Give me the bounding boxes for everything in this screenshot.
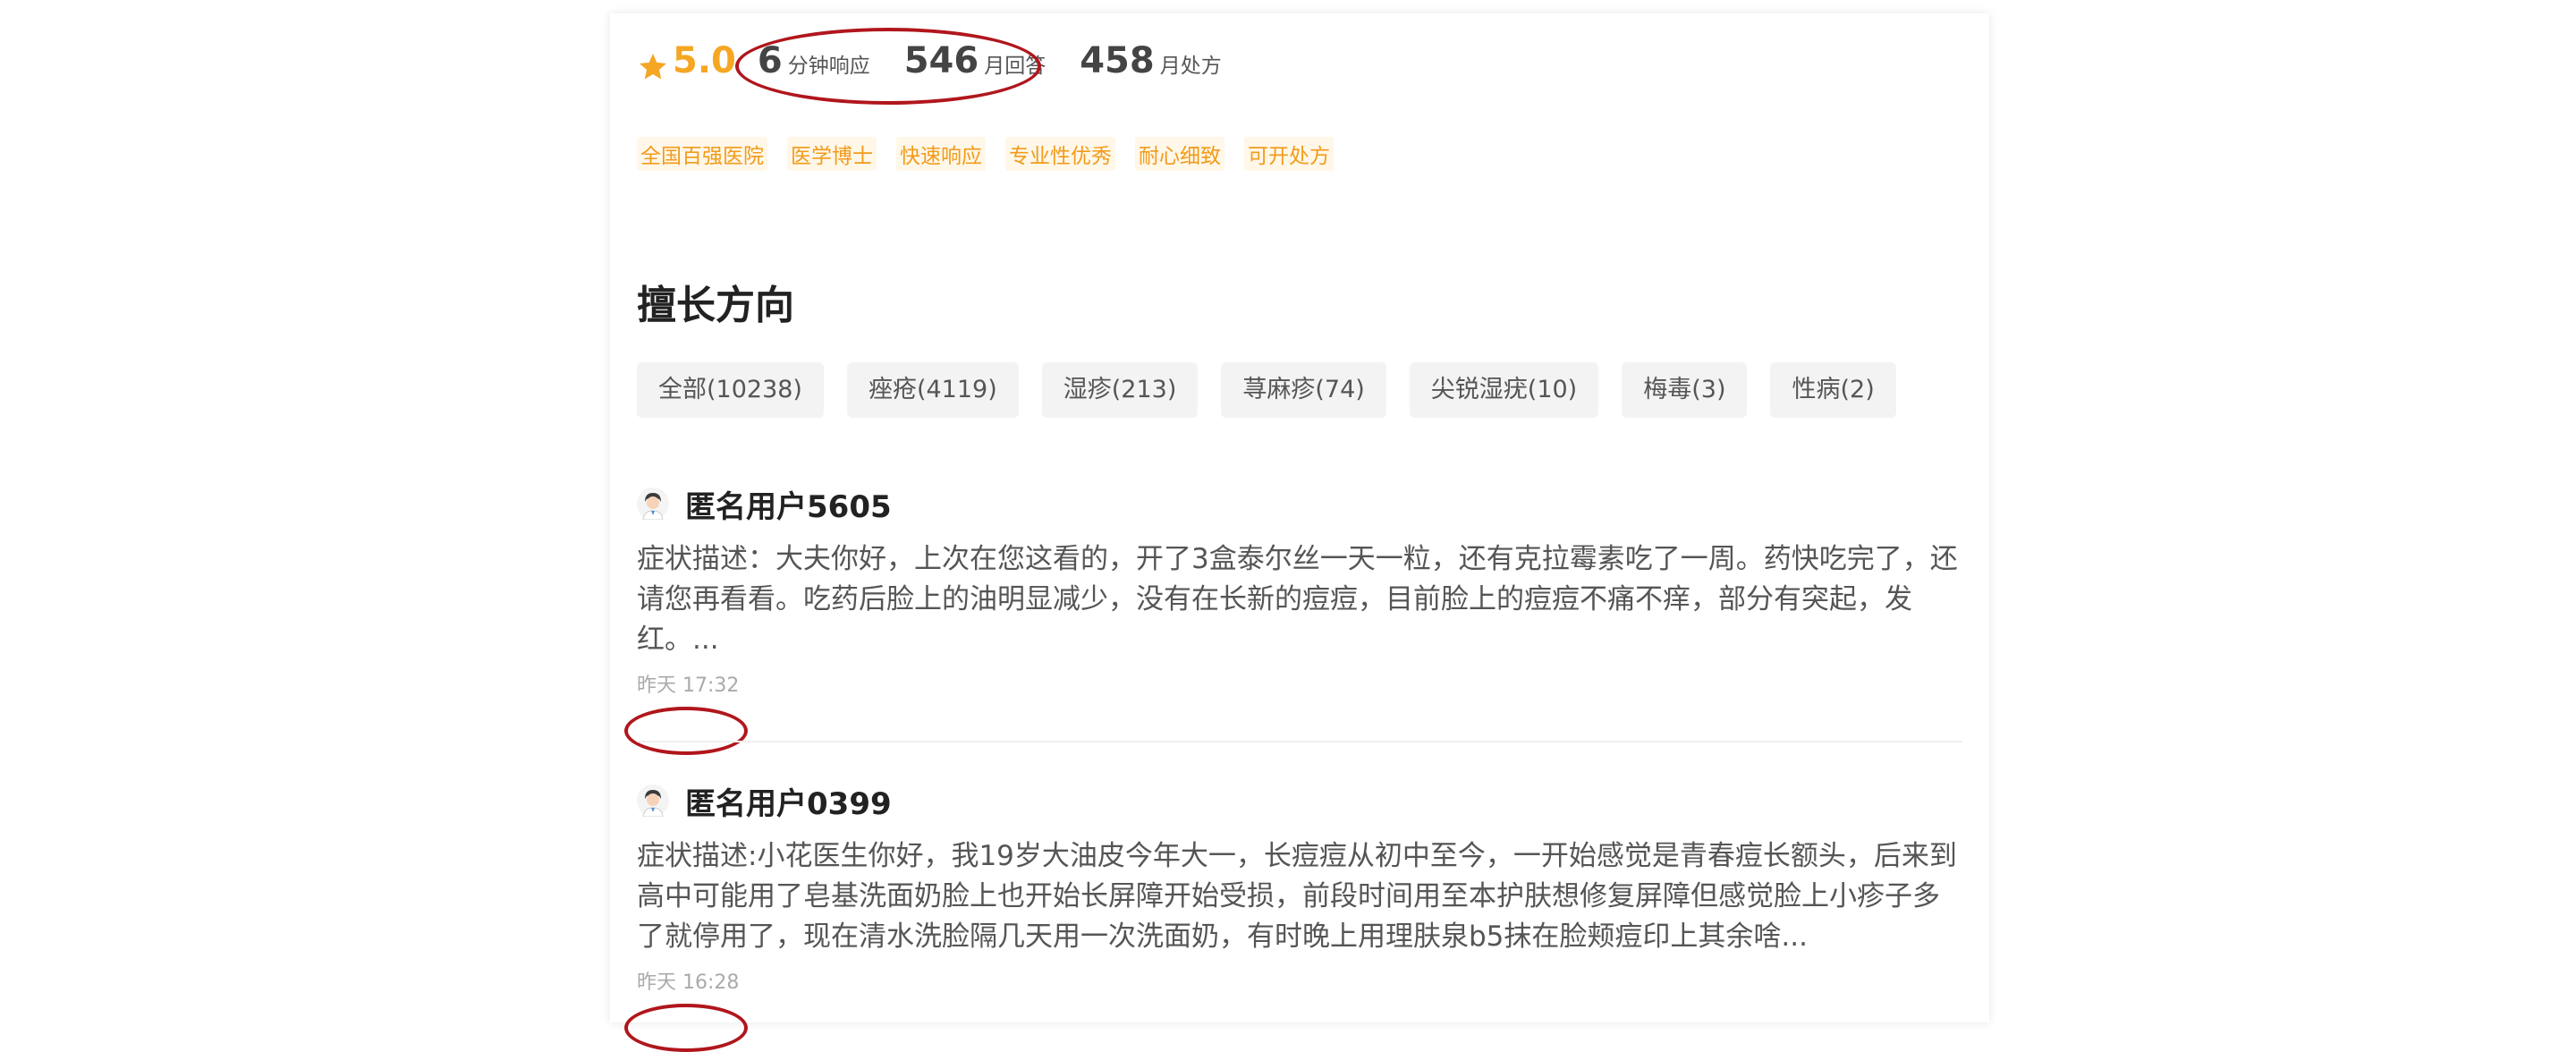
rating-value: 5.0 — [673, 40, 736, 81]
filter-chip-std[interactable]: 性病(2) — [1770, 362, 1896, 418]
doctor-tag: 快速响应 — [896, 137, 986, 171]
doctor-tag: 医学博士 — [787, 137, 877, 171]
star-icon — [640, 54, 666, 80]
question-username: 匿名用户0399 — [685, 785, 892, 822]
question-description: 症状描述:小花医生你好，我19岁大油皮今年大一，长痘痘从初中至今，一开始感觉是青… — [637, 840, 1957, 953]
monthly-answers-value: 546 — [903, 40, 979, 81]
question-time: 昨天 17:32 — [637, 674, 740, 697]
doctor-info-card: 5.0 6 分钟响应 546 月回答 458 月处方 全国百强医院 医学博士 快… — [610, 13, 1989, 1052]
monthly-prescriptions-unit: 月处方 — [1159, 55, 1222, 78]
filter-chip-urticaria[interactable]: 荨麻疹(74) — [1221, 362, 1386, 418]
response-time-unit: 分钟响应 — [787, 55, 870, 78]
doctor-tag: 专业性优秀 — [1005, 137, 1115, 171]
stats-row: 5.0 6 分钟响应 546 月回答 458 月处方 — [637, 40, 1222, 94]
question-user-row: 匿名用户0399 — [637, 774, 1962, 827]
question-description: 症状描述：大夫你好，上次在您这看的，开了3盒泰尔丝一天一粒，还有克拉霉素吃了一周… — [637, 543, 1958, 656]
doctor-avatar-icon — [637, 488, 669, 520]
response-time-value: 6 — [757, 40, 783, 81]
question-divider — [637, 741, 1962, 742]
monthly-prescriptions-value: 458 — [1080, 40, 1155, 81]
annotation-ellipse-time-1 — [624, 707, 748, 755]
question-time: 昨天 16:28 — [637, 971, 740, 994]
question-user-row: 匿名用户5605 — [637, 477, 1962, 530]
doctor-avatar-icon — [637, 785, 669, 817]
section-title: 擅长方向 — [637, 283, 794, 328]
doctor-tags: 全国百强医院 医学博士 快速响应 专业性优秀 耐心细致 可开处方 — [637, 137, 1334, 171]
filter-chip-all[interactable]: 全部(10238) — [637, 362, 824, 418]
filter-chip-eczema[interactable]: 湿疹(213) — [1041, 362, 1199, 418]
filter-chip-condyloma[interactable]: 尖锐湿疣(10) — [1409, 362, 1599, 418]
doctor-tag: 耐心细致 — [1135, 137, 1224, 171]
question-item[interactable]: 匿名用户5605 症状描述：大夫你好，上次在您这看的，开了3盒泰尔丝一天一粒，还… — [637, 477, 1962, 698]
monthly-answers-unit: 月回答 — [984, 55, 1046, 78]
question-username: 匿名用户5605 — [685, 488, 892, 525]
specialty-filters: 全部(10238) 痤疮(4119) 湿疹(213) 荨麻疹(74) 尖锐湿疣(… — [637, 362, 1896, 418]
doctor-tag: 全国百强医院 — [637, 137, 767, 171]
question-item[interactable]: 匿名用户0399 症状描述:小花医生你好，我19岁大油皮今年大一，长痘痘从初中至… — [637, 774, 1962, 995]
filter-chip-acne[interactable]: 痤疮(4119) — [846, 362, 1019, 418]
doctor-tag: 可开处方 — [1244, 137, 1334, 171]
filter-chip-syphilis[interactable]: 梅毒(3) — [1622, 362, 1748, 418]
annotation-ellipse-time-2 — [624, 1004, 748, 1052]
